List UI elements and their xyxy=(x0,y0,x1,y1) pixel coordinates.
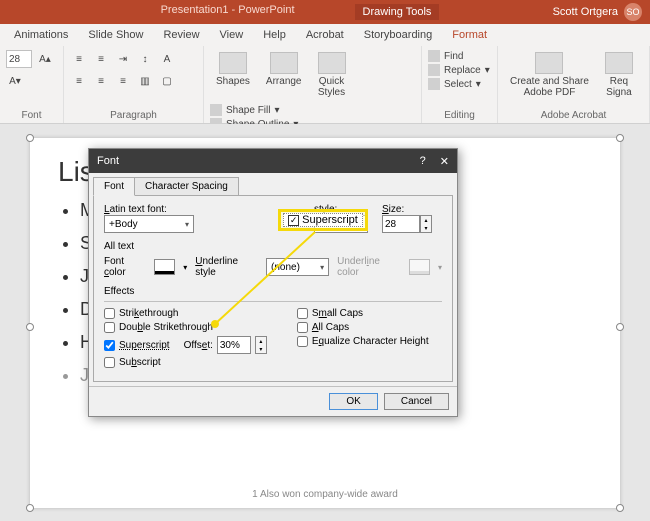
tab-storyboarding[interactable]: Storyboarding xyxy=(354,25,443,45)
find-icon xyxy=(428,50,440,62)
strikethrough-checkbox[interactable] xyxy=(104,308,115,319)
ribbon-tabs: Animations Slide Show Review View Help A… xyxy=(0,24,650,46)
quick-styles-icon xyxy=(318,52,346,74)
font-style-label: style: xyxy=(314,204,374,215)
app-titlebar: Presentation1 - PowerPoint Drawing Tools… xyxy=(0,0,650,24)
user-name: Scott Ortgera xyxy=(553,6,618,18)
selection-handle[interactable] xyxy=(616,504,624,512)
offset-spinner[interactable]: ▴▾ xyxy=(255,336,267,354)
arrange-button[interactable]: Arrange xyxy=(260,50,308,89)
effects-label: Effects xyxy=(104,286,442,297)
paragraph-group-label: Paragraph xyxy=(70,110,197,121)
contextual-tab-label: Drawing Tools xyxy=(355,4,440,20)
select-icon xyxy=(428,78,440,90)
selection-handle[interactable] xyxy=(616,323,624,331)
equalize-label: Equalize Character Height xyxy=(312,336,429,347)
tab-review[interactable]: Review xyxy=(153,25,209,45)
selection-handle[interactable] xyxy=(26,323,34,331)
font-group-label: Font xyxy=(6,110,57,121)
double-strikethrough-label: Double Strikethrough xyxy=(119,322,213,333)
line-spacing-icon[interactable]: ↕ xyxy=(136,50,154,68)
help-icon[interactable]: ? xyxy=(420,155,426,168)
font-color-picker[interactable] xyxy=(154,259,175,275)
adobe-group-label: Adobe Acrobat xyxy=(504,110,643,121)
latin-font-label: LLatin text font:atin text font: xyxy=(104,204,306,215)
shapes-button[interactable]: Shapes xyxy=(210,50,256,89)
font-dialog: Font ? ✕ Font Character Spacing LLatin t… xyxy=(88,148,458,417)
superscript-label: Superscript xyxy=(119,340,170,351)
ok-button[interactable]: OK xyxy=(329,393,377,410)
all-caps-label: All Caps xyxy=(312,322,349,333)
align-right-icon[interactable]: ≡ xyxy=(114,72,132,90)
close-icon[interactable]: ✕ xyxy=(440,155,449,168)
editing-group-label: Editing xyxy=(428,110,491,121)
replace-button[interactable]: Replace▾ xyxy=(428,64,491,76)
font-size-input[interactable] xyxy=(382,215,420,233)
underline-color-picker xyxy=(409,259,430,275)
dialog-titlebar[interactable]: Font ? ✕ xyxy=(89,149,457,173)
small-caps-checkbox[interactable] xyxy=(297,308,308,319)
dialog-title: Font xyxy=(97,155,119,167)
subscript-checkbox[interactable] xyxy=(104,357,115,368)
underline-color-label: Underline color xyxy=(337,256,401,278)
tab-acrobat[interactable]: Acrobat xyxy=(296,25,354,45)
slide-footnote: 1 Also won company-wide award xyxy=(30,489,620,500)
font-size-label: Size: xyxy=(382,204,442,215)
smartart-icon[interactable]: ▢ xyxy=(158,72,176,90)
request-signature-button[interactable]: Req Signa xyxy=(599,50,639,100)
font-color-label: Font color xyxy=(104,256,146,278)
all-caps-checkbox[interactable] xyxy=(297,322,308,333)
offset-label: Offset: xyxy=(184,340,213,351)
all-text-label: All text xyxy=(104,241,442,252)
underline-style-combo[interactable]: (none)▾ xyxy=(266,258,329,276)
double-strikethrough-checkbox[interactable] xyxy=(104,322,115,333)
strikethrough-label: Strikethrough xyxy=(119,308,178,319)
align-center-icon[interactable]: ≡ xyxy=(92,72,110,90)
tab-help[interactable]: Help xyxy=(253,25,296,45)
shape-fill-button[interactable]: Shape Fill▾ xyxy=(210,104,298,116)
document-title: Presentation1 - PowerPoint xyxy=(161,4,295,20)
tab-animations[interactable]: Animations xyxy=(4,25,78,45)
align-left-icon[interactable]: ≡ xyxy=(70,72,88,90)
user-avatar[interactable]: SO xyxy=(624,3,642,21)
select-button[interactable]: Select▾ xyxy=(428,78,491,90)
superscript-checkbox[interactable] xyxy=(104,340,115,351)
bullets-icon[interactable]: ≡ xyxy=(70,50,88,68)
quick-styles-button[interactable]: Quick Styles xyxy=(312,50,352,100)
font-size-combo[interactable]: 28 xyxy=(6,50,32,68)
dialog-tabs: Font Character Spacing xyxy=(89,173,457,196)
cancel-button[interactable]: Cancel xyxy=(384,393,449,410)
dialog-tab-character-spacing[interactable]: Character Spacing xyxy=(134,177,239,196)
size-spinner[interactable]: ▴▾ xyxy=(420,215,432,233)
signature-icon xyxy=(605,52,633,74)
decrease-font-icon[interactable]: A▾ xyxy=(6,72,24,90)
offset-input[interactable] xyxy=(217,336,251,354)
columns-icon[interactable]: ▥ xyxy=(136,72,154,90)
selection-handle[interactable] xyxy=(26,504,34,512)
equalize-checkbox[interactable] xyxy=(297,336,308,347)
numbering-icon[interactable]: ≡ xyxy=(92,50,110,68)
tab-view[interactable]: View xyxy=(210,25,254,45)
find-button[interactable]: Find xyxy=(428,50,491,62)
create-pdf-button[interactable]: Create and Share Adobe PDF xyxy=(504,50,595,100)
shape-fill-icon xyxy=(210,104,222,116)
subscript-label: Subscript xyxy=(119,357,161,368)
arrange-icon xyxy=(270,52,298,74)
underline-style-label: Underline style xyxy=(195,256,258,278)
shapes-icon xyxy=(219,52,247,74)
replace-icon xyxy=(428,64,440,76)
selection-handle[interactable] xyxy=(616,134,624,142)
text-direction-icon[interactable]: A xyxy=(158,50,176,68)
tab-format[interactable]: Format xyxy=(442,25,497,45)
increase-font-icon[interactable]: A▴ xyxy=(36,50,54,68)
selection-handle[interactable] xyxy=(26,134,34,142)
tab-slide-show[interactable]: Slide Show xyxy=(78,25,153,45)
dialog-tab-font[interactable]: Font xyxy=(93,177,135,196)
pdf-icon xyxy=(535,52,563,74)
ribbon: 28 A▴ A▾ Font ≡ ≡ ⇥ ↕ A ≡ ≡ ≡ ▥ ▢ Paragr… xyxy=(0,46,650,124)
small-caps-label: Small Caps xyxy=(312,308,363,319)
font-style-combo[interactable]: lar▾ xyxy=(314,215,368,233)
indent-icon[interactable]: ⇥ xyxy=(114,50,132,68)
latin-font-combo[interactable]: +Body▾ xyxy=(104,215,194,233)
